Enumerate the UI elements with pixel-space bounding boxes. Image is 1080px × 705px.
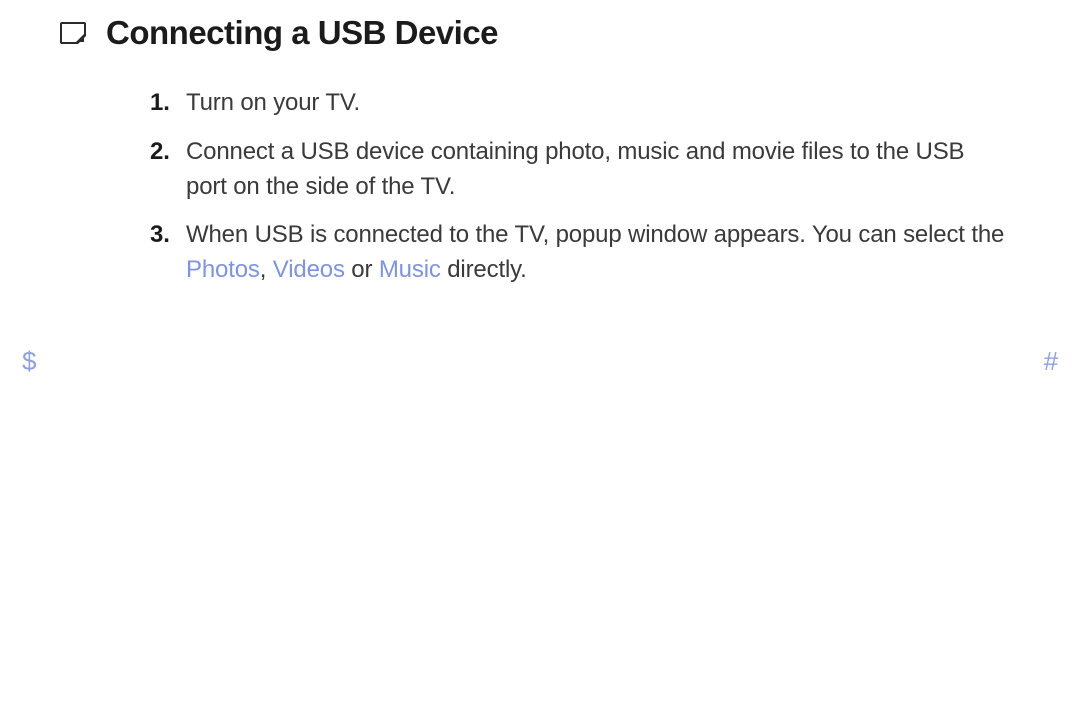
step-text: When USB is connected to the TV, popup w…	[186, 218, 1010, 288]
step-number: 3.	[150, 218, 172, 288]
steps-list: 1. Turn on your TV. 2. Connect a USB dev…	[60, 86, 1020, 288]
section-bullet-icon	[60, 22, 86, 44]
step-text-part: When USB is connected to the TV, popup w…	[186, 221, 1004, 248]
next-page-button[interactable]: #	[1044, 346, 1058, 377]
highlight-music: Music	[379, 256, 441, 283]
list-item: 3. When USB is connected to the TV, popu…	[150, 218, 1010, 288]
list-item: 2. Connect a USB device containing photo…	[150, 135, 1010, 205]
step-text: Connect a USB device containing photo, m…	[186, 135, 1010, 205]
step-text: Turn on your TV.	[186, 86, 1010, 121]
highlight-photos: Photos	[186, 256, 260, 283]
highlight-videos: Videos	[273, 256, 345, 283]
step-number: 2.	[150, 135, 172, 205]
prev-page-button[interactable]: $	[22, 346, 36, 377]
heading-row: Connecting a USB Device	[60, 14, 1020, 52]
manual-page: Connecting a USB Device 1. Turn on your …	[0, 0, 1080, 288]
step-text-part: ,	[260, 256, 273, 283]
page-title: Connecting a USB Device	[106, 14, 498, 52]
step-text-part: directly.	[441, 256, 527, 283]
step-text-part: or	[345, 256, 379, 283]
step-number: 1.	[150, 86, 172, 121]
list-item: 1. Turn on your TV.	[150, 86, 1010, 121]
